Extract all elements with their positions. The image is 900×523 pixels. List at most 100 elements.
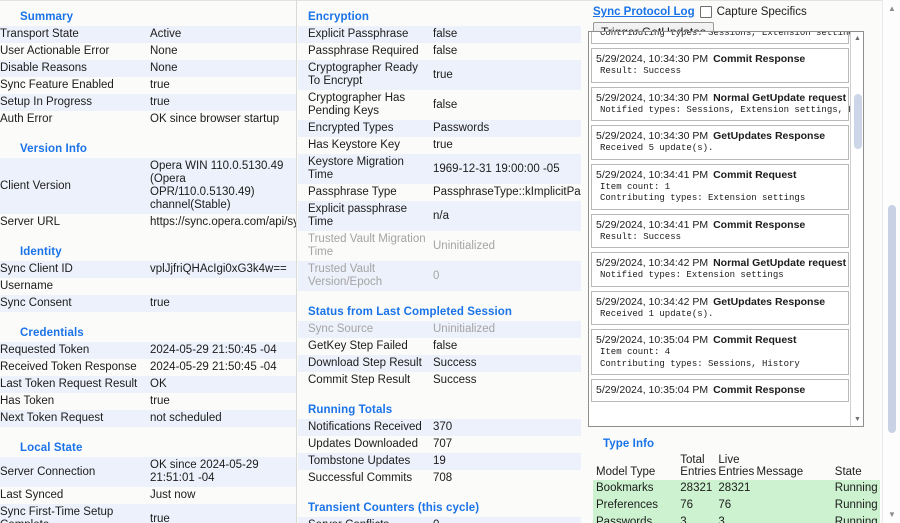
log-entry-detail: Notified types: Sessions, Extension sett… xyxy=(600,104,864,115)
table-row: Sync Feature Enabled true xyxy=(0,77,296,94)
table-row: Server Connection OK since 2024-05-29 21:… xyxy=(0,457,296,487)
sync-protocol-log-link[interactable]: Sync Protocol Log xyxy=(593,6,695,18)
log-entry-timestamp: 5/29/2024, 10:34:41 PM xyxy=(596,218,709,231)
row-key: Has Token xyxy=(0,395,55,407)
log-entry-title: Commit Request xyxy=(713,334,797,346)
table-row: Last Synced Just now xyxy=(0,487,296,504)
left-sections-container: Summary Transport State Active User Actiona… xyxy=(0,0,296,523)
page-scrollbar[interactable]: ▲ ▼ xyxy=(882,0,900,523)
log-entry-title: Commit Request xyxy=(713,168,797,181)
log-entry[interactable]: 5/29/2024, 10:34:30 PM Normal GetUpdate r… xyxy=(591,86,864,121)
log-entry[interactable]: 5/29/2024, 10:34:30 PM Commit Response Res… xyxy=(591,48,849,83)
log-entry-title: Commit Response xyxy=(713,218,806,231)
row-value: None xyxy=(150,45,178,57)
section-title-version-info: Version Info xyxy=(20,143,88,155)
log-entry-header: 5/29/2024, 10:34:30 PM Normal GetUpdate r… xyxy=(596,91,846,105)
cell-state: Running xyxy=(831,480,880,497)
row-key: Requested Token xyxy=(0,342,150,359)
table-row: Has Token true xyxy=(0,393,296,410)
table-row: Transport State Active xyxy=(0,26,296,43)
log-entry-timestamp: 5/29/2024, 10:35:04 PM xyxy=(596,384,709,396)
log-entry[interactable]: 5/29/2024, 10:34:41 PM Commit Request Item… xyxy=(591,163,849,210)
cell-message xyxy=(753,497,832,514)
row-value: false xyxy=(433,340,458,352)
page-scrollbar-thumb[interactable] xyxy=(888,205,896,433)
log-scrollbar-thumb[interactable] xyxy=(854,94,862,149)
row-value: PassphraseType::kImplicitPassphrase xyxy=(433,186,581,198)
section-title-summary: Summary xyxy=(20,11,74,23)
log-entry[interactable]: 5/29/2024, 10:35:04 PM Commit Request Item… xyxy=(591,329,849,375)
row-key: Last Token Request Result xyxy=(0,376,150,393)
row-value: 1969-12-31 19:00:00 -05 xyxy=(433,154,581,184)
row-key: Cryptographer Ready To Encrypt xyxy=(298,60,433,90)
sync-protocol-log-box[interactable]: Item count: 5Contributing types: Session… xyxy=(588,31,864,427)
cell-live-entries: 28321 xyxy=(715,480,754,497)
sync-protocol-log-list: Item count: 5Contributing types: Session… xyxy=(589,32,864,408)
table-row: Setup In Progress true xyxy=(0,94,296,111)
cell-total-entries: 28321 xyxy=(677,480,716,497)
log-entry-detail: Item count: 4 xyxy=(600,347,671,357)
table-row: User Actionable Error None xyxy=(0,43,296,60)
log-entry[interactable]: 5/29/2024, 10:34:42 PM Normal GetUpdate r… xyxy=(591,252,849,287)
row-value: OK since browser startup xyxy=(150,113,280,125)
log-entry[interactable]: 5/29/2024, 10:34:30 PM GetUpdates Respons… xyxy=(591,125,849,160)
log-scroll-down-arrow[interactable]: ▼ xyxy=(851,413,863,426)
table-row: Has Keystore Key true xyxy=(298,137,581,154)
row-value: OK since 2024-05-29 21:51:01 -04 xyxy=(150,457,296,487)
row-key: Server URL xyxy=(0,216,61,228)
cell-model-type: Passwords xyxy=(593,514,678,523)
log-entry-detail: Item count: 1 xyxy=(600,181,671,192)
row-value: None xyxy=(150,60,296,77)
log-entry[interactable]: 5/29/2024, 10:35:04 PM Commit Response xyxy=(591,379,849,402)
table-row: Trusted Vault Version/Epoch 0 xyxy=(298,261,581,291)
log-entry-header: 5/29/2024, 10:34:30 PM Commit Response xyxy=(596,52,844,66)
row-key: Keystore Migration Time xyxy=(298,154,433,184)
row-value: vplJjfriQHAcIgi0xG3k4w== xyxy=(150,261,296,278)
log-entry[interactable]: Item count: 5Contributing types: Session… xyxy=(591,32,863,44)
log-entry[interactable]: 5/29/2024, 10:34:42 PM GetUpdates Respons… xyxy=(591,290,849,325)
key-value-table: Server Conflicts0Committed Items0 xyxy=(298,517,581,523)
log-scrollbar[interactable]: ▲ ▼ xyxy=(850,32,863,426)
log-entry[interactable]: 5/29/2024, 10:34:41 PM Commit Response Res… xyxy=(591,213,849,248)
row-key: Sync Client ID xyxy=(0,261,150,278)
middle-sections-container: Encryption Explicit Passphrase false Passph… xyxy=(298,0,581,523)
log-entry-title: Commit Response xyxy=(713,53,806,65)
capture-specifics-checkbox[interactable] xyxy=(699,6,712,18)
row-key: Sync Consent xyxy=(0,295,150,312)
row-value: false xyxy=(433,98,458,111)
row-key: Tombstone Updates xyxy=(298,453,433,470)
row-key: Sync First-Time Setup Complete xyxy=(0,504,150,523)
log-entry-header: 5/29/2024, 10:34:42 PM GetUpdates Respons… xyxy=(596,295,844,309)
row-value: 708 xyxy=(433,472,453,484)
row-value: 2024-05-29 21:50:45 -04 xyxy=(150,342,296,359)
type-info-body: Bookmarks 28321 28321 Running Preferences 76 7… xyxy=(593,480,880,523)
row-key: Trusted Vault Migration Time xyxy=(308,233,426,258)
log-entry-detail: Received 5 update(s). xyxy=(600,143,714,153)
log-entry-timestamp: 5/29/2024, 10:34:42 PM xyxy=(596,295,709,308)
table-row: Updates Downloaded 707 xyxy=(298,436,581,453)
row-key: Sync Feature Enabled xyxy=(0,79,114,91)
page-scroll-up-arrow[interactable]: ▲ xyxy=(883,0,900,17)
row-value: 19 xyxy=(433,453,581,470)
page-scroll-down-arrow[interactable]: ▼ xyxy=(883,506,900,523)
row-key: Received Token Response xyxy=(0,361,137,373)
middle-column: Encryption Explicit Passphrase false Passph… xyxy=(298,0,581,523)
row-key: Commit Step Result xyxy=(308,374,411,386)
table-row: Explicit passphrase Time n/a xyxy=(298,201,581,231)
log-entry-timestamp: 5/29/2024, 10:34:42 PM xyxy=(596,257,709,269)
column-header-total-entries: Total Entries xyxy=(680,454,717,478)
key-value-table: Requested Token 2024-05-29 21:50:45 -04 Re… xyxy=(0,342,296,427)
row-value: true xyxy=(150,295,296,312)
table-row: Passwords 3 3 Running xyxy=(593,514,880,523)
row-key: Auth Error xyxy=(0,113,53,125)
key-value-table: Notifications Received 370 Updates Downloa… xyxy=(298,419,581,487)
table-row: Successful Commits 708 xyxy=(298,470,581,487)
row-key: Successful Commits xyxy=(308,472,413,484)
table-row: Requested Token 2024-05-29 21:50:45 -04 xyxy=(0,342,296,359)
log-scroll-up-arrow[interactable]: ▲ xyxy=(851,32,863,45)
type-info-section: Type Info Model Type Total Entries Live … xyxy=(583,431,880,523)
row-value: Success xyxy=(433,355,581,372)
row-key: Updates Downloaded xyxy=(308,438,418,450)
